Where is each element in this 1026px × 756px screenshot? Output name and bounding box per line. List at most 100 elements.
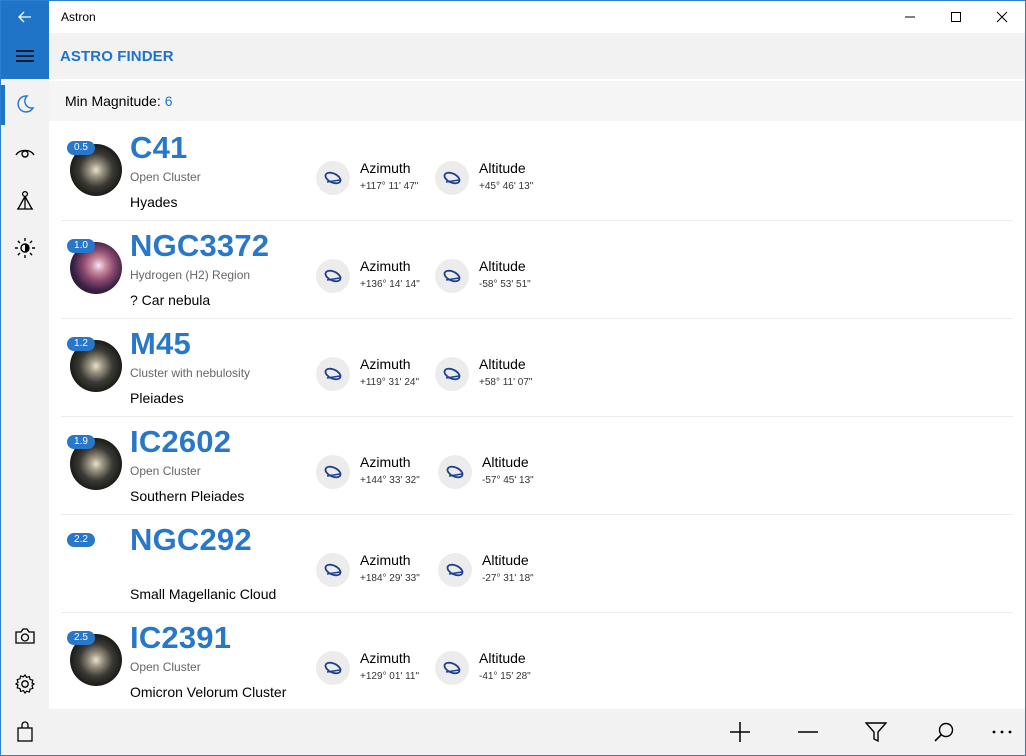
- altitude-value: -41° 15' 28": [479, 671, 531, 682]
- object-designation: IC2602: [130, 424, 232, 459]
- close-button[interactable]: [979, 1, 1025, 33]
- magnitude-badge: 1.0: [67, 239, 95, 253]
- altitude-icon: [435, 651, 469, 685]
- moon-icon: [17, 95, 35, 113]
- object-common-name: Pleiades: [130, 390, 184, 406]
- object-designation: IC2391: [130, 620, 232, 655]
- back-button[interactable]: [1, 1, 49, 33]
- object-common-name: Small Magellanic Cloud: [130, 586, 277, 602]
- altitude-label: Altitude: [482, 552, 529, 568]
- page-header: ASTRO FINDER: [49, 33, 1025, 79]
- azimuth-label: Azimuth: [360, 650, 411, 666]
- nav-item-night-sky[interactable]: [1, 81, 49, 127]
- back-arrow-icon: [18, 11, 31, 23]
- app-window: Astron ASTRO FINDER Min Magnitude: 6 0.5…: [0, 0, 1026, 756]
- object-type: Open Cluster: [130, 660, 201, 674]
- remove-button[interactable]: [788, 709, 828, 755]
- minimize-button[interactable]: [887, 1, 933, 33]
- altitude-value: +58° 11' 07": [479, 377, 533, 388]
- nav-item-camera[interactable]: [1, 613, 49, 659]
- altitude-value: -27° 31' 18": [482, 573, 534, 584]
- menu-button[interactable]: [1, 33, 49, 79]
- page-title: ASTRO FINDER: [60, 47, 174, 65]
- title-bar: Astron: [1, 1, 1025, 33]
- more-icon: [992, 730, 1012, 734]
- eye-icon: [15, 149, 35, 158]
- remove-icon: [798, 731, 818, 733]
- nav-item-brightness[interactable]: [1, 225, 49, 271]
- altitude-value: -58° 53' 51": [479, 279, 531, 290]
- magnitude-filter-label: Min Magnitude:: [65, 93, 161, 109]
- altitude-label: Altitude: [479, 160, 526, 176]
- brightness-icon: [15, 238, 35, 258]
- menu-icon: [16, 50, 34, 62]
- nav-item-store[interactable]: [1, 709, 49, 755]
- command-bar: [49, 709, 1025, 755]
- window-controls: [887, 1, 1025, 33]
- magnitude-filter[interactable]: Min Magnitude: 6: [49, 81, 1025, 121]
- nav-item-settings[interactable]: [1, 661, 49, 707]
- telescope-icon: [17, 190, 33, 210]
- store-bag-icon: [17, 721, 33, 742]
- object-row[interactable]: 2.2 NGC292 Small Magellanic Cloud Azimuth +1…: [61, 515, 1013, 613]
- object-row[interactable]: 0.5 C41 Open Cluster Hyades Azimuth +117° 11'…: [61, 123, 1013, 221]
- object-type: Open Cluster: [130, 464, 201, 478]
- object-common-name: Omicron Velorum Cluster: [130, 684, 287, 700]
- altitude-icon: [435, 259, 469, 293]
- filter-icon: [865, 722, 887, 743]
- magnitude-badge: 1.9: [67, 435, 95, 449]
- object-common-name: ? Car nebula: [130, 292, 211, 308]
- object-row[interactable]: 1.0 NGC3372 Hydrogen (H2) Region ? Car nebu…: [61, 221, 1013, 319]
- azimuth-icon: [316, 259, 350, 293]
- azimuth-icon: [316, 553, 350, 587]
- magnitude-filter-value[interactable]: 6: [165, 93, 173, 109]
- filter-button[interactable]: [856, 709, 896, 755]
- azimuth-value: +136° 14' 14": [360, 279, 420, 290]
- azimuth-value: +129° 01' 11": [360, 671, 420, 682]
- azimuth-icon: [316, 455, 350, 489]
- azimuth-label: Azimuth: [360, 356, 411, 372]
- altitude-icon: [438, 553, 472, 587]
- azimuth-label: Azimuth: [360, 454, 411, 470]
- close-icon: [996, 11, 1008, 23]
- magnitude-badge: 0.5: [67, 141, 95, 155]
- object-designation: NGC292: [130, 522, 252, 557]
- magnitude-badge: 2.2: [67, 533, 95, 547]
- add-icon: [730, 722, 750, 742]
- object-type: Open Cluster: [130, 170, 201, 184]
- azimuth-value: +119° 31' 24": [360, 377, 420, 388]
- add-button[interactable]: [720, 709, 760, 755]
- object-row[interactable]: 1.2 M45 Cluster with nebulosity Pleiades Azi…: [61, 319, 1013, 417]
- object-common-name: Southern Pleiades: [130, 488, 245, 504]
- azimuth-value: +117° 11' 47": [360, 181, 419, 192]
- altitude-icon: [435, 357, 469, 391]
- object-type: Cluster with nebulosity: [130, 366, 251, 380]
- altitude-label: Altitude: [482, 454, 529, 470]
- azimuth-value: +144° 33' 32": [360, 475, 420, 486]
- magnitude-badge: 1.2: [67, 337, 95, 351]
- maximize-button[interactable]: [933, 1, 979, 33]
- object-designation: C41: [130, 130, 188, 165]
- azimuth-label: Azimuth: [360, 160, 411, 176]
- altitude-value: +45° 46' 13": [479, 181, 534, 192]
- camera-icon: [15, 628, 35, 644]
- more-button[interactable]: [982, 709, 1022, 755]
- magnitude-badge: 2.5: [67, 631, 95, 645]
- settings-icon: [14, 674, 36, 694]
- maximize-icon: [951, 12, 961, 22]
- azimuth-label: Azimuth: [360, 552, 411, 568]
- object-designation: NGC3372: [130, 228, 270, 263]
- object-row[interactable]: 1.9 IC2602 Open Cluster Southern Pleiades Az…: [61, 417, 1013, 515]
- altitude-label: Altitude: [479, 258, 526, 274]
- search-button[interactable]: [924, 709, 964, 755]
- minimize-icon: [905, 16, 915, 18]
- azimuth-icon: [316, 651, 350, 685]
- altitude-value: -57° 45' 13": [482, 475, 534, 486]
- app-title: Astron: [61, 10, 96, 24]
- altitude-label: Altitude: [479, 650, 526, 666]
- nav-item-telescope[interactable]: [1, 177, 49, 223]
- altitude-icon: [438, 455, 472, 489]
- object-row[interactable]: 2.5 IC2391 Open Cluster Omicron Velorum Clu…: [61, 613, 1013, 709]
- nav-item-view[interactable]: [1, 129, 49, 175]
- object-common-name: Hyades: [130, 194, 178, 210]
